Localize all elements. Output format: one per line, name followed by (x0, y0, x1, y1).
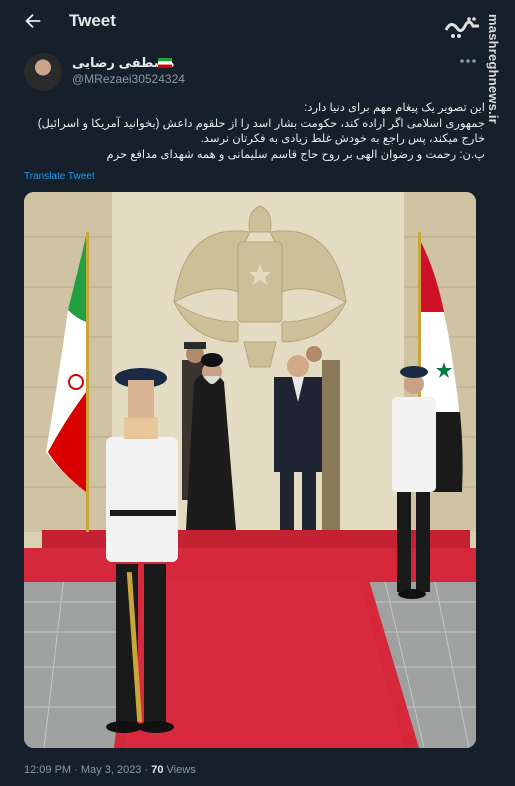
more-options-icon[interactable] (458, 56, 478, 66)
tweet-photo[interactable] (24, 192, 476, 748)
tweet-date[interactable]: May 3, 2023 (81, 764, 142, 776)
tweet-line: جمهوری اسلامی اگر اراده کند، حکومت بشار … (37, 117, 485, 130)
tweet-meta: 12:09 PM · May 3, 2023 · 70 Views (24, 764, 196, 776)
mashregh-logo (443, 14, 483, 40)
tweet-line: خارج میکند، پس راجع به خودش غلط زیادی به… (200, 133, 485, 145)
watermark-site: mashreghnews.ir (486, 14, 501, 124)
translate-tweet-link[interactable]: Translate Tweet (24, 171, 95, 182)
separator-dot: · (144, 764, 149, 776)
views-count: 70 (151, 764, 164, 776)
tweet-time[interactable]: 12:09 PM (24, 764, 71, 776)
iran-flag-icon (158, 58, 172, 68)
author-handle[interactable]: @MRezaei30524324 (72, 72, 185, 86)
tweet-line: پ.ن: رحمت و رضوان الهی بر روح حاج قاسم س… (106, 148, 485, 161)
page-title: Tweet (69, 11, 116, 30)
arrow-left-icon[interactable] (22, 10, 44, 32)
avatar[interactable] (24, 53, 62, 91)
tweet-line: این تصویر یک پیغام مهم برای دنیا دارد: (304, 102, 485, 114)
top-bar: Tweet (0, 0, 515, 42)
separator-dot: · (74, 764, 78, 776)
views-label: Views (166, 764, 196, 776)
tweet-text: این تصویر یک پیغام مهم برای دنیا دارد: ج… (20, 101, 485, 163)
